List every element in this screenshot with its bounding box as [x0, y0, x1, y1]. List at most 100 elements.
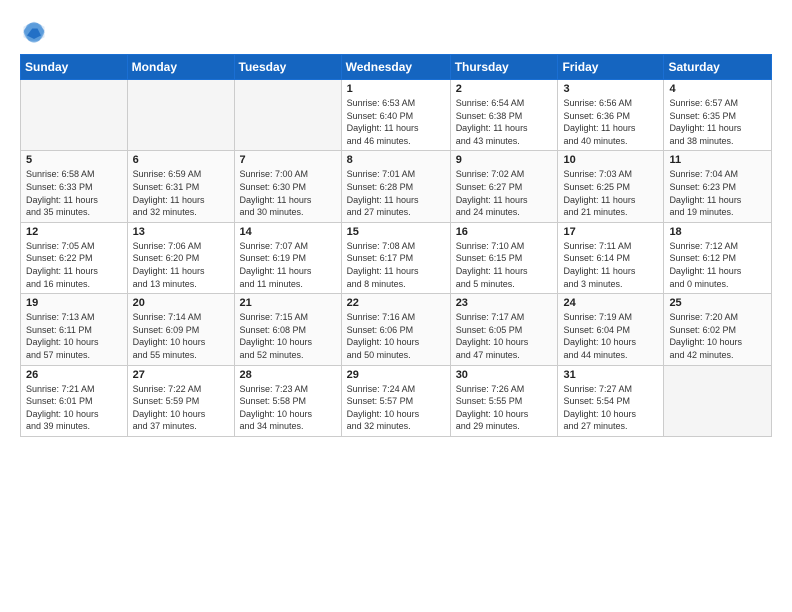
- day-info: Sunrise: 7:20 AM Sunset: 6:02 PM Dayligh…: [669, 311, 766, 361]
- calendar-header-wednesday: Wednesday: [341, 55, 450, 80]
- calendar-header-monday: Monday: [127, 55, 234, 80]
- calendar-cell: 5 Sunrise: 6:58 AM Sunset: 6:33 PM Daylig…: [21, 151, 128, 222]
- day-info: Sunrise: 6:53 AM Sunset: 6:40 PM Dayligh…: [347, 97, 445, 147]
- calendar-cell: 13 Sunrise: 7:06 AM Sunset: 6:20 PM Dayli…: [127, 222, 234, 293]
- calendar-cell: 31 Sunrise: 7:27 AM Sunset: 5:54 PM Dayli…: [558, 365, 664, 436]
- day-info: Sunrise: 7:06 AM Sunset: 6:20 PM Dayligh…: [133, 240, 229, 290]
- day-number: 9: [456, 154, 553, 166]
- calendar-cell: 20 Sunrise: 7:14 AM Sunset: 6:09 PM Dayli…: [127, 294, 234, 365]
- day-info: Sunrise: 6:58 AM Sunset: 6:33 PM Dayligh…: [26, 168, 122, 218]
- calendar-cell: 10Sunrise: 7:03 AM Sunset: 6:25 PM Dayli…: [558, 151, 664, 222]
- day-number: 3: [563, 83, 658, 95]
- logo: [20, 18, 52, 46]
- day-info: Sunrise: 7:04 AM Sunset: 6:23 PM Dayligh…: [669, 168, 766, 218]
- calendar-cell: 19 Sunrise: 7:13 AM Sunset: 6:11 PM Dayli…: [21, 294, 128, 365]
- calendar-header-sunday: Sunday: [21, 55, 128, 80]
- day-info: Sunrise: 6:54 AM Sunset: 6:38 PM Dayligh…: [456, 97, 553, 147]
- calendar-cell: [234, 80, 341, 151]
- day-number: 14: [240, 226, 336, 238]
- header: [20, 18, 772, 46]
- calendar-cell: 26 Sunrise: 7:21 AM Sunset: 6:01 PM Dayli…: [21, 365, 128, 436]
- day-info: Sunrise: 7:08 AM Sunset: 6:17 PM Dayligh…: [347, 240, 445, 290]
- day-number: 6: [133, 154, 229, 166]
- day-info: Sunrise: 6:56 AM Sunset: 6:36 PM Dayligh…: [563, 97, 658, 147]
- page: SundayMondayTuesdayWednesdayThursdayFrid…: [0, 0, 792, 612]
- calendar-cell: 9 Sunrise: 7:02 AM Sunset: 6:27 PM Daylig…: [450, 151, 558, 222]
- day-info: Sunrise: 7:19 AM Sunset: 6:04 PM Dayligh…: [563, 311, 658, 361]
- calendar-week-row: 19 Sunrise: 7:13 AM Sunset: 6:11 PM Dayli…: [21, 294, 772, 365]
- day-info: Sunrise: 7:10 AM Sunset: 6:15 PM Dayligh…: [456, 240, 553, 290]
- day-info: Sunrise: 7:02 AM Sunset: 6:27 PM Dayligh…: [456, 168, 553, 218]
- calendar-cell: 16 Sunrise: 7:10 AM Sunset: 6:15 PM Dayli…: [450, 222, 558, 293]
- day-info: Sunrise: 7:14 AM Sunset: 6:09 PM Dayligh…: [133, 311, 229, 361]
- day-number: 22: [347, 297, 445, 309]
- day-number: 30: [456, 369, 553, 381]
- calendar-cell: [21, 80, 128, 151]
- day-number: 8: [347, 154, 445, 166]
- day-info: Sunrise: 6:57 AM Sunset: 6:35 PM Dayligh…: [669, 97, 766, 147]
- day-number: 28: [240, 369, 336, 381]
- day-number: 26: [26, 369, 122, 381]
- calendar-cell: 17Sunrise: 7:11 AM Sunset: 6:14 PM Dayli…: [558, 222, 664, 293]
- day-number: 19: [26, 297, 122, 309]
- day-number: 7: [240, 154, 336, 166]
- day-number: 25: [669, 297, 766, 309]
- day-info: Sunrise: 7:15 AM Sunset: 6:08 PM Dayligh…: [240, 311, 336, 361]
- calendar-cell: 3 Sunrise: 6:56 AM Sunset: 6:36 PM Daylig…: [558, 80, 664, 151]
- day-number: 21: [240, 297, 336, 309]
- day-number: 24: [563, 297, 658, 309]
- calendar-cell: 7Sunrise: 7:00 AM Sunset: 6:30 PM Daylig…: [234, 151, 341, 222]
- day-info: Sunrise: 7:27 AM Sunset: 5:54 PM Dayligh…: [563, 383, 658, 433]
- calendar-week-row: 12 Sunrise: 7:05 AM Sunset: 6:22 PM Dayli…: [21, 222, 772, 293]
- day-number: 16: [456, 226, 553, 238]
- day-info: Sunrise: 7:01 AM Sunset: 6:28 PM Dayligh…: [347, 168, 445, 218]
- calendar-cell: 6Sunrise: 6:59 AM Sunset: 6:31 PM Daylig…: [127, 151, 234, 222]
- day-number: 27: [133, 369, 229, 381]
- calendar-cell: 25 Sunrise: 7:20 AM Sunset: 6:02 PM Dayli…: [664, 294, 772, 365]
- day-info: Sunrise: 7:07 AM Sunset: 6:19 PM Dayligh…: [240, 240, 336, 290]
- day-info: Sunrise: 7:26 AM Sunset: 5:55 PM Dayligh…: [456, 383, 553, 433]
- day-number: 13: [133, 226, 229, 238]
- day-info: Sunrise: 7:05 AM Sunset: 6:22 PM Dayligh…: [26, 240, 122, 290]
- calendar-cell: 18 Sunrise: 7:12 AM Sunset: 6:12 PM Dayli…: [664, 222, 772, 293]
- calendar-cell: [127, 80, 234, 151]
- day-number: 29: [347, 369, 445, 381]
- calendar-header-friday: Friday: [558, 55, 664, 80]
- day-info: Sunrise: 7:23 AM Sunset: 5:58 PM Dayligh…: [240, 383, 336, 433]
- calendar-cell: [664, 365, 772, 436]
- day-number: 1: [347, 83, 445, 95]
- calendar-cell: 23Sunrise: 7:17 AM Sunset: 6:05 PM Dayli…: [450, 294, 558, 365]
- calendar-cell: 28 Sunrise: 7:23 AM Sunset: 5:58 PM Dayli…: [234, 365, 341, 436]
- calendar-header-tuesday: Tuesday: [234, 55, 341, 80]
- calendar-cell: 24 Sunrise: 7:19 AM Sunset: 6:04 PM Dayli…: [558, 294, 664, 365]
- calendar-cell: 14 Sunrise: 7:07 AM Sunset: 6:19 PM Dayli…: [234, 222, 341, 293]
- day-number: 2: [456, 83, 553, 95]
- day-number: 15: [347, 226, 445, 238]
- calendar-cell: 27Sunrise: 7:22 AM Sunset: 5:59 PM Dayli…: [127, 365, 234, 436]
- day-number: 12: [26, 226, 122, 238]
- calendar-week-row: 1 Sunrise: 6:53 AM Sunset: 6:40 PM Daylig…: [21, 80, 772, 151]
- calendar-table: SundayMondayTuesdayWednesdayThursdayFrid…: [20, 54, 772, 437]
- day-number: 5: [26, 154, 122, 166]
- day-number: 20: [133, 297, 229, 309]
- calendar-header-thursday: Thursday: [450, 55, 558, 80]
- logo-icon: [20, 18, 48, 46]
- calendar-cell: 1 Sunrise: 6:53 AM Sunset: 6:40 PM Daylig…: [341, 80, 450, 151]
- calendar-cell: 22 Sunrise: 7:16 AM Sunset: 6:06 PM Dayli…: [341, 294, 450, 365]
- calendar-cell: 12 Sunrise: 7:05 AM Sunset: 6:22 PM Dayli…: [21, 222, 128, 293]
- calendar-header-saturday: Saturday: [664, 55, 772, 80]
- day-info: Sunrise: 7:17 AM Sunset: 6:05 PM Dayligh…: [456, 311, 553, 361]
- calendar-cell: 11Sunrise: 7:04 AM Sunset: 6:23 PM Dayli…: [664, 151, 772, 222]
- day-number: 18: [669, 226, 766, 238]
- day-number: 31: [563, 369, 658, 381]
- calendar-cell: 4 Sunrise: 6:57 AM Sunset: 6:35 PM Daylig…: [664, 80, 772, 151]
- day-info: Sunrise: 7:12 AM Sunset: 6:12 PM Dayligh…: [669, 240, 766, 290]
- day-info: Sunrise: 7:11 AM Sunset: 6:14 PM Dayligh…: [563, 240, 658, 290]
- day-info: Sunrise: 7:16 AM Sunset: 6:06 PM Dayligh…: [347, 311, 445, 361]
- day-number: 4: [669, 83, 766, 95]
- day-info: Sunrise: 7:21 AM Sunset: 6:01 PM Dayligh…: [26, 383, 122, 433]
- calendar-cell: 29Sunrise: 7:24 AM Sunset: 5:57 PM Dayli…: [341, 365, 450, 436]
- calendar-cell: 15 Sunrise: 7:08 AM Sunset: 6:17 PM Dayli…: [341, 222, 450, 293]
- day-info: Sunrise: 7:13 AM Sunset: 6:11 PM Dayligh…: [26, 311, 122, 361]
- day-info: Sunrise: 7:03 AM Sunset: 6:25 PM Dayligh…: [563, 168, 658, 218]
